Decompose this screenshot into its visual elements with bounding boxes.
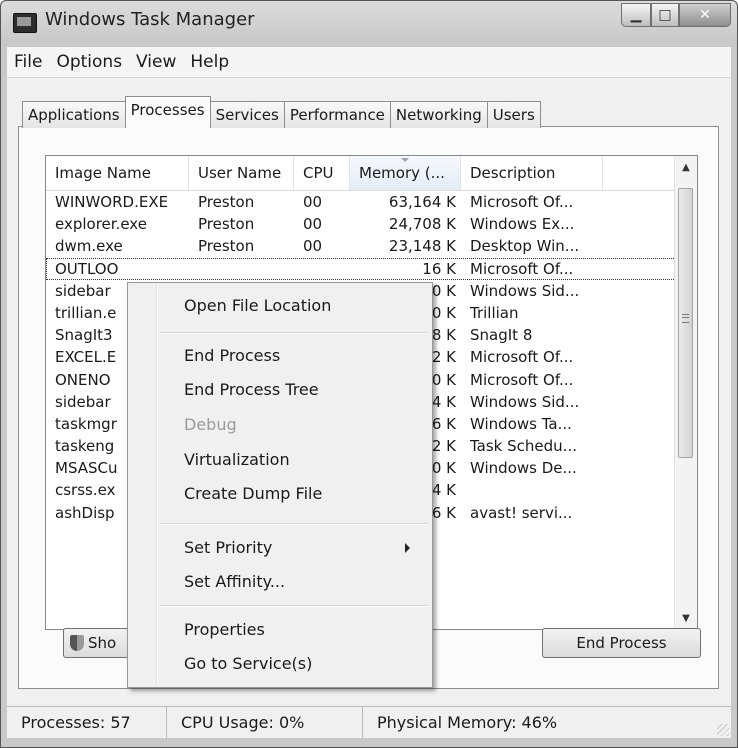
context-menu: Open File Location End Process End Process… [127, 282, 433, 688]
cell-memory: 24,708 K [388, 215, 456, 234]
menu-item-label: Open File Location [184, 296, 332, 315]
cell-description: Microsoft Of... [470, 259, 574, 278]
column-header-row: Image Name User Name CPU Memory (... Des… [46, 156, 676, 191]
menu-help[interactable]: Help [183, 52, 236, 72]
menu-item-open-file-location[interactable]: Open File Location [128, 289, 430, 323]
scroll-down-arrow-icon[interactable]: ▼ [675, 607, 697, 629]
cell-user-name: Preston [198, 215, 255, 234]
end-process-button[interactable]: End Process [542, 628, 701, 658]
menu-item-go-to-service-s[interactable]: Go to Service(s) [128, 647, 430, 681]
menu-item-end-process-tree[interactable]: End Process Tree [128, 373, 430, 407]
tab-performance[interactable]: Performance [283, 101, 391, 128]
close-button[interactable]: ✕ [679, 3, 731, 27]
cell-image-name: OUTLOO [55, 259, 119, 278]
cell-description: Windows Ta... [470, 414, 572, 433]
submenu-arrow-icon [405, 543, 410, 553]
cell-description: Trillian [470, 303, 519, 322]
menu-separator [160, 332, 428, 334]
maximize-button[interactable]: □ [651, 3, 679, 27]
cell-description: Task Schedu... [470, 437, 577, 456]
menu-item-label: Set Priority [184, 538, 273, 557]
grip-icon [682, 314, 689, 323]
task-manager-icon [13, 13, 37, 33]
column-user-name[interactable]: User Name [189, 156, 294, 190]
resize-grip-icon[interactable] [717, 724, 729, 736]
tab-applications[interactable]: Applications [22, 101, 126, 128]
title-bar: Windows Task Manager ▁ □ ✕ [1, 1, 737, 47]
menu-file[interactable]: File [7, 52, 49, 72]
cell-description [461, 479, 603, 501]
menu-bar: File Options View Help [7, 47, 731, 78]
vertical-scrollbar[interactable]: ▲ ▼ [674, 156, 697, 629]
menu-item-label: Virtualization [184, 450, 290, 469]
cell-description: Desktop Win... [470, 237, 580, 256]
shield-icon [70, 635, 84, 651]
cell-image-name: explorer.exe [55, 215, 147, 234]
window-controls: ▁ □ ✕ [621, 3, 731, 27]
menu-item-label: End Process Tree [184, 380, 319, 399]
column-memory[interactable]: Memory (... [350, 156, 461, 190]
menu-item-label: End Process [184, 346, 281, 365]
window-title: Windows Task Manager [45, 9, 255, 30]
cell-image-name: dwm.exe [55, 237, 123, 256]
menu-item-end-process[interactable]: End Process [128, 339, 430, 373]
cell-cpu: 00 [303, 215, 323, 234]
cell-description: Windows De... [470, 459, 577, 478]
minimize-button[interactable]: ▁ [621, 3, 651, 27]
cell-cpu: 00 [303, 237, 323, 256]
menu-item-set-affinity[interactable]: Set Affinity... [128, 565, 430, 599]
table-row[interactable]: WINWORD.EXE Preston 00 63,164 K Microsoft Of… [46, 191, 676, 213]
show-processes-label: Sho [88, 634, 117, 652]
menu-view[interactable]: View [129, 52, 183, 72]
menu-item-label: Go to Service(s) [184, 654, 313, 673]
menu-item-create-dump-file[interactable]: Create Dump File [128, 477, 430, 511]
table-row[interactable]: explorer.exe Preston 00 24,708 K Windows Ex.… [46, 213, 676, 235]
status-bar: Processes: 57 CPU Usage: 0% Physical Mem… [7, 706, 731, 738]
tab-networking[interactable]: Networking [389, 101, 488, 128]
column-image-name[interactable]: Image Name [46, 156, 189, 190]
menu-item-virtualization[interactable]: Virtualization [128, 443, 430, 477]
table-row[interactable]: dwm.exe Preston 00 23,148 K Desktop Win... [46, 235, 676, 257]
menu-item-label: Debug [184, 415, 237, 434]
status-memory: Physical Memory: 46% [377, 713, 558, 732]
menu-item-properties[interactable]: Properties [128, 613, 430, 647]
cell-memory: 16 K [422, 259, 456, 278]
tab-strip: Applications Processes Services Performa… [22, 96, 541, 128]
cell-description: Microsoft Of... [470, 348, 574, 367]
cell-description: Windows Sid... [470, 392, 580, 411]
cell-description: Microsoft Of... [470, 370, 574, 389]
menu-item-label: Properties [184, 620, 265, 639]
cell-user-name [189, 258, 294, 280]
menu-item-label: Create Dump File [184, 484, 323, 503]
cell-description: avast! servi... [470, 503, 573, 522]
menu-separator [160, 605, 428, 607]
cell-description: Windows Sid... [470, 281, 580, 300]
cell-cpu [294, 258, 350, 280]
tab-processes[interactable]: Processes [124, 96, 211, 128]
menu-item-debug: Debug [128, 408, 430, 442]
cell-memory: 63,164 K [388, 193, 456, 211]
tab-users[interactable]: Users [486, 101, 541, 128]
cell-description: SnagIt 8 [470, 326, 533, 345]
menu-options[interactable]: Options [49, 52, 129, 72]
cell-image-name: WINWORD.EXE [55, 193, 169, 211]
tab-services[interactable]: Services [209, 101, 285, 128]
menu-item-label: Set Affinity... [184, 572, 286, 591]
column-description[interactable]: Description [461, 156, 603, 190]
scroll-thumb[interactable] [678, 188, 693, 458]
menu-item-set-priority[interactable]: Set Priority [128, 531, 430, 565]
cell-description: Microsoft Of... [470, 193, 574, 211]
table-row[interactable]: OUTLOO 16 K Microsoft Of... [46, 257, 676, 280]
cell-user-name: Preston [198, 193, 255, 211]
status-processes: Processes: 57 [7, 707, 167, 738]
cell-cpu: 00 [303, 193, 323, 211]
status-cpu: CPU Usage: 0% [167, 707, 363, 738]
cell-user-name: Preston [198, 237, 255, 256]
scroll-up-arrow-icon[interactable]: ▲ [675, 156, 697, 178]
cell-memory: 23,148 K [388, 237, 456, 256]
menu-separator [160, 523, 428, 525]
column-cpu[interactable]: CPU [294, 156, 350, 190]
cell-description: Windows Ex... [470, 215, 575, 234]
